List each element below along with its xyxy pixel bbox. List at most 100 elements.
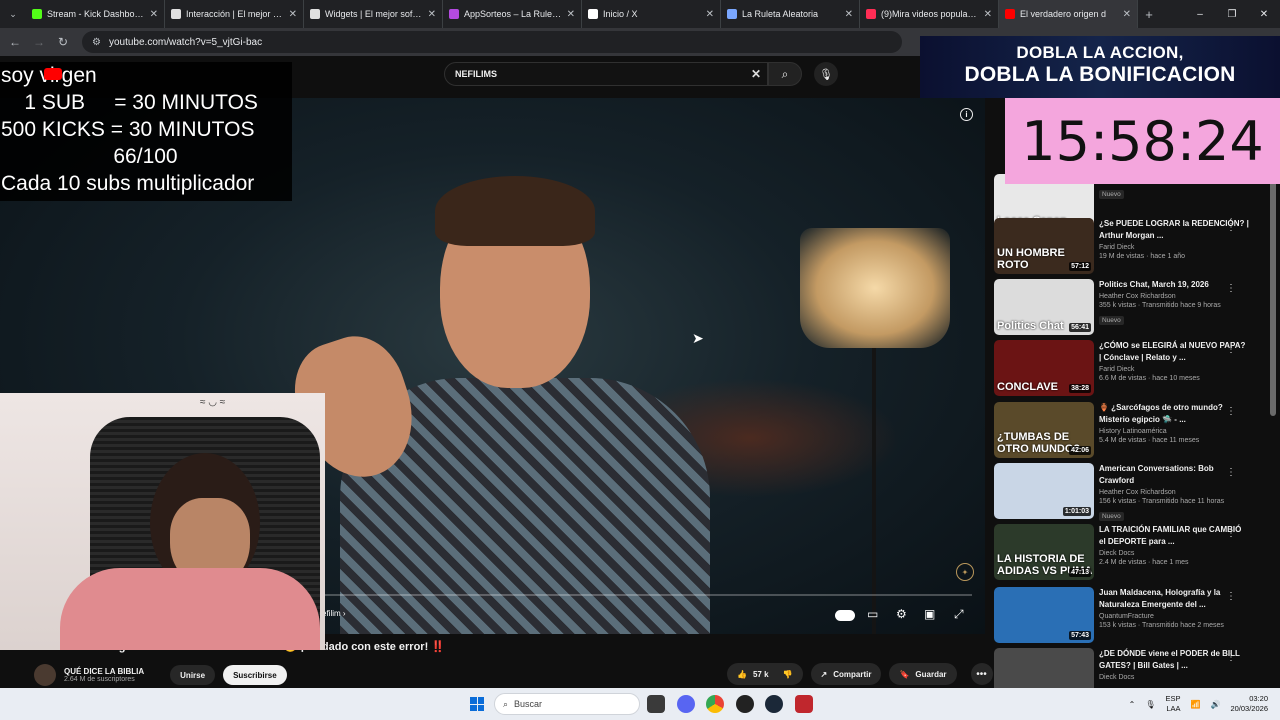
recommended-channel[interactable]: Farid Dieck	[1099, 244, 1249, 251]
recommended-video[interactable]: Politics Chat 56:41 Politics Chat, March 1…	[994, 279, 1270, 337]
new-tab-button[interactable]: +	[1138, 7, 1160, 22]
miniplayer-icon[interactable]: ▣	[924, 607, 935, 621]
close-tab-icon[interactable]: ✕	[289, 9, 297, 20]
browser-tab[interactable]: (9)Mira videos populares ✕	[860, 0, 999, 28]
subscriber-count: 2.64 M de suscriptores	[64, 676, 135, 683]
settings-gear-icon[interactable]: ⚙	[896, 607, 907, 621]
search-button[interactable]: ⌕	[768, 62, 802, 86]
chevron-up-icon[interactable]: ⌃	[1129, 700, 1136, 709]
restore-button[interactable]: ❐	[1216, 0, 1248, 28]
recommended-channel[interactable]: Dieck Docs	[1099, 550, 1249, 557]
taskbar-search[interactable]: ⌕ Buscar	[494, 693, 640, 715]
voice-search-button[interactable]: 🎙	[814, 62, 838, 86]
video-duration: 1:01:03	[1062, 507, 1091, 516]
more-options-icon[interactable]: ⋮	[1226, 406, 1236, 417]
forward-arrow-icon[interactable]: →	[32, 35, 46, 49]
close-tab-icon[interactable]: ✕	[567, 9, 575, 20]
wifi-icon[interactable]: 📶	[1191, 700, 1201, 709]
video-thumbnail[interactable]: 57:43	[994, 587, 1094, 643]
info-icon[interactable]: i	[960, 108, 973, 121]
more-actions-button[interactable]: •••	[970, 663, 993, 685]
more-options-icon[interactable]: ⋮	[1226, 591, 1236, 602]
close-tab-icon[interactable]: ✕	[984, 9, 992, 20]
browser-tab[interactable]: Interacción | El mejor software ✕	[165, 0, 304, 28]
taskbar-clock[interactable]: 03:20 20/03/2026	[1230, 694, 1268, 714]
channel-watermark-icon[interactable]: ✦	[956, 563, 974, 581]
search-input[interactable]: NEFILIMS ✕	[444, 62, 768, 86]
more-options-icon[interactable]: ⋮	[1226, 283, 1236, 294]
close-tab-icon[interactable]: ✕	[150, 9, 158, 20]
recommended-views: 156 k vistas · Transmitido hace 11 horas	[1099, 498, 1225, 505]
recommended-channel[interactable]: Heather Cox Richardson	[1099, 489, 1249, 496]
recommended-channel[interactable]: Dieck Docs	[1099, 674, 1249, 681]
more-options-icon[interactable]: ⋮	[1226, 344, 1236, 355]
windows-start-icon[interactable]	[470, 697, 484, 711]
language-indicator[interactable]: ESP LAA	[1166, 694, 1181, 714]
tab-title: AppSorteos – La Ruleta de	[464, 9, 562, 19]
save-button[interactable]: 🔖 Guardar	[889, 663, 957, 685]
browser-tab[interactable]: Inicio / X ✕	[582, 0, 721, 28]
channel-name[interactable]: QUÉ DICE LA BIBLIA	[64, 667, 144, 676]
recommended-video[interactable]: 57:43 Juan Maldacena, Holografía y la Nat…	[994, 587, 1270, 645]
recommended-video[interactable]: UN HOMBRE ROTO 57:12 ¿Se PUEDE LOGRAR la R…	[994, 218, 1270, 276]
browser-tab[interactable]: El verdadero origen d ✕	[999, 0, 1138, 28]
chevron-down-icon[interactable]: ⌄	[0, 0, 26, 28]
discord-icon[interactable]	[677, 695, 695, 713]
close-tab-icon[interactable]: ✕	[845, 9, 853, 20]
recommended-channel[interactable]: QuantumFracture	[1099, 613, 1249, 620]
chrome-icon[interactable]	[706, 695, 724, 713]
close-tab-icon[interactable]: ✕	[1123, 9, 1131, 20]
video-thumbnail[interactable]: LA HISTORIA DE ADIDAS VS PUMA 47:13	[994, 524, 1094, 580]
fullscreen-icon[interactable]: ⤢	[954, 607, 964, 622]
chapter-label[interactable]: efilim ›	[322, 609, 346, 618]
subtitles-icon[interactable]: ▭	[867, 607, 878, 621]
browser-tab[interactable]: Widgets | El mejor software ✕	[304, 0, 443, 28]
clock-time: 03:20	[1249, 694, 1268, 703]
subscribe-button[interactable]: Suscribirse	[223, 665, 287, 685]
video-thumbnail[interactable]: 1:01:03	[994, 463, 1094, 519]
obs-icon[interactable]	[736, 695, 754, 713]
recommended-video[interactable]: LA HISTORIA DE ADIDAS VS PUMA 47:13 LA TRA…	[994, 524, 1270, 582]
new-badge: Nuevo	[1099, 190, 1124, 199]
more-options-icon[interactable]: ⋮	[1226, 652, 1236, 663]
autoplay-toggle[interactable]	[835, 610, 855, 621]
share-button[interactable]: ↗ Compartir	[810, 663, 882, 685]
browser-tab[interactable]: AppSorteos – La Ruleta de ✕	[443, 0, 582, 28]
browser-tab[interactable]: Stream - Kick Dashboard ✕	[26, 0, 165, 28]
recommended-channel[interactable]: History Latinoamérica	[1099, 428, 1249, 435]
scrollbar[interactable]	[1270, 156, 1276, 416]
reload-icon[interactable]: ↻	[56, 35, 70, 49]
recommended-video[interactable]: 1:01:03 American Conversations: Bob Crawf…	[994, 463, 1270, 521]
browser-tab[interactable]: La Ruleta Aleatoria ✕	[721, 0, 860, 28]
channel-avatar[interactable]	[34, 664, 56, 686]
close-window-button[interactable]: ✕	[1248, 0, 1280, 28]
task-view-icon[interactable]	[647, 695, 665, 713]
recommended-video[interactable]: CONCLAVE 38:28 ¿CÓMO se ELEGIRÁ al NUEVO P…	[994, 340, 1270, 398]
thumbs-down-icon[interactable]: 👎	[783, 670, 793, 679]
like-button[interactable]: 👍 57 k 👎	[727, 663, 803, 685]
more-options-icon[interactable]: ⋮	[1226, 222, 1236, 233]
recommended-channel[interactable]: Heather Cox Richardson	[1099, 293, 1249, 300]
clear-search-icon[interactable]: ✕	[751, 67, 761, 81]
url-bar[interactable]: ⚙ youtube.com/watch?v=5_vjtGi-bac	[82, 31, 902, 53]
app-red-icon[interactable]	[795, 695, 813, 713]
video-duration: 47:13	[1069, 568, 1091, 577]
video-thumbnail[interactable]: ¿TUMBAS DE OTRO MUNDO? 42:06	[994, 402, 1094, 458]
more-options-icon[interactable]: ⋮	[1226, 467, 1236, 478]
minimize-button[interactable]: –	[1184, 0, 1216, 28]
more-options-icon[interactable]: ⋮	[1226, 528, 1236, 539]
close-tab-icon[interactable]: ✕	[706, 9, 714, 20]
video-thumbnail[interactable]: CONCLAVE 38:28	[994, 340, 1094, 396]
video-thumbnail[interactable]: Politics Chat 56:41	[994, 279, 1094, 335]
back-arrow-icon[interactable]: ←	[8, 35, 22, 49]
video-thumbnail[interactable]: UN HOMBRE ROTO 57:12	[994, 218, 1094, 274]
recommended-channel[interactable]: Farid Dieck	[1099, 366, 1249, 373]
microphone-icon[interactable]: 🎙	[1145, 700, 1155, 709]
tab-favicon-icon	[310, 9, 320, 19]
join-button[interactable]: Unirse	[170, 665, 216, 685]
site-info-icon[interactable]: ⚙	[92, 37, 101, 48]
recommended-video[interactable]: ¿TUMBAS DE OTRO MUNDO? 42:06 🏺 ¿Sarcófagos…	[994, 402, 1270, 460]
close-tab-icon[interactable]: ✕	[428, 9, 436, 20]
steam-icon[interactable]	[765, 695, 783, 713]
volume-icon[interactable]: 🔊	[1210, 700, 1220, 709]
